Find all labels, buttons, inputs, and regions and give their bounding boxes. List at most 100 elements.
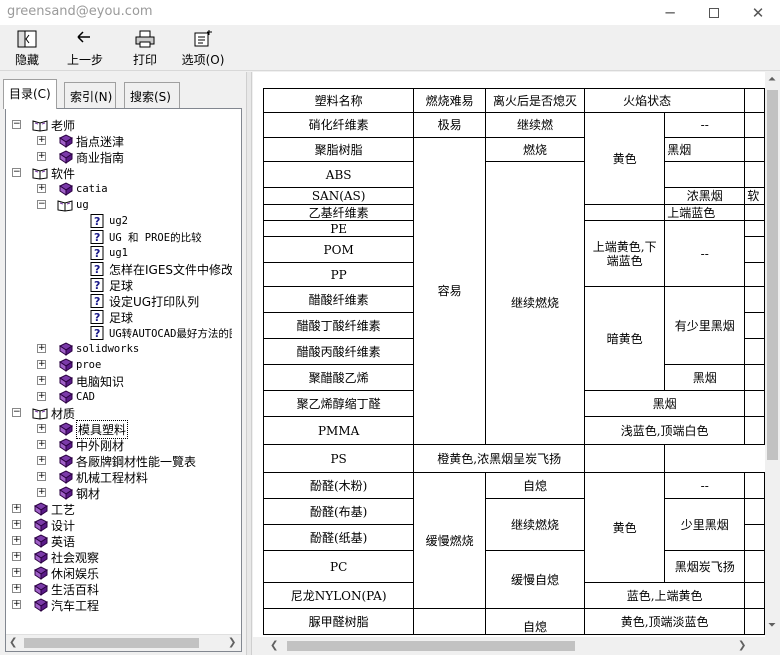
collapse-icon[interactable]: − [12, 408, 21, 417]
book-closed-icon [57, 422, 73, 436]
tree-item-label: CAD [76, 391, 95, 403]
tree-item-label: ug1 [109, 247, 128, 259]
expand-icon[interactable]: + [37, 472, 46, 481]
tree-item[interactable]: − 老师 [12, 117, 75, 133]
tree-item[interactable]: + proe [37, 357, 101, 373]
tree-item[interactable]: + 设计 [12, 517, 75, 533]
scroll-left-icon[interactable]: ❮ [270, 640, 278, 651]
tree-item[interactable]: + 工艺 [12, 501, 75, 517]
table-cell: 尼龙NYLON(PA) [262, 582, 415, 609]
tree-item[interactable]: ? 足球 [90, 277, 133, 293]
expand-icon[interactable]: + [12, 504, 21, 513]
tree-item[interactable]: ? ug2 [90, 213, 128, 229]
tree-item[interactable]: + 社会观察 [12, 549, 99, 565]
tree-item[interactable]: + 生活百科 [12, 581, 99, 597]
expand-icon[interactable]: + [12, 600, 21, 609]
tree-item[interactable]: + 休闲娱乐 [12, 565, 99, 581]
scroll-left-icon[interactable]: ❮ [9, 637, 17, 648]
scroll-down-icon[interactable]: ⏷ [768, 620, 776, 631]
print-button[interactable]: 打印 [130, 29, 160, 68]
scroll-right-icon[interactable]: ❯ [228, 637, 236, 648]
book-closed-icon [57, 486, 73, 500]
tree-item-label: 设定UG打印队列 [109, 294, 200, 309]
expand-icon[interactable]: + [37, 440, 46, 449]
book-open-icon [57, 198, 73, 212]
tree-item[interactable]: + 电脑知识 [37, 373, 125, 389]
tree-item[interactable]: + 商业指南 [37, 149, 124, 165]
tree-item[interactable]: + catia [37, 181, 108, 197]
collapse-icon[interactable]: − [12, 168, 21, 177]
hide-button[interactable]: 隐藏 [12, 29, 42, 68]
expand-icon[interactable]: + [37, 376, 46, 385]
content-hscroll-thumb[interactable] [287, 641, 575, 651]
tree-item[interactable]: + 指点迷津 [37, 133, 124, 149]
tree-item[interactable]: ? 怎样在IGES文件中修改公英制 [90, 261, 232, 277]
book-closed-icon [32, 518, 48, 532]
expand-icon[interactable]: + [12, 520, 21, 529]
expand-icon[interactable]: + [37, 488, 46, 497]
minimize-button[interactable]: ─ [648, 0, 692, 25]
table-cell: 浓黑烟 [664, 187, 746, 205]
close-button[interactable]: ✕ [736, 0, 780, 25]
expand-icon[interactable]: + [37, 136, 46, 145]
scroll-right-icon[interactable]: ❯ [738, 640, 746, 651]
table-cell: PC [262, 550, 415, 583]
tree-item[interactable]: ? 设定UG打印队列 [90, 293, 199, 309]
tree-item[interactable]: ? UG 和 PROE的比较 [90, 229, 202, 245]
expand-icon[interactable]: + [37, 344, 46, 353]
expand-icon[interactable]: + [12, 568, 21, 577]
tree-item[interactable]: + 各厰牌鋼材性能一覽表 [37, 453, 196, 469]
expand-icon[interactable]: + [37, 456, 46, 465]
table-cell: 黑烟炭飞扬 [664, 550, 746, 583]
tree-item[interactable]: − 软件 [12, 165, 75, 181]
collapse-icon[interactable]: − [12, 120, 21, 129]
table-cell: 乙基纤维素 [262, 204, 415, 221]
pane-splitter[interactable] [246, 72, 252, 655]
tree-scroll-thumb[interactable] [24, 638, 199, 648]
content-vscroll-thumb[interactable] [767, 90, 778, 460]
tree-item[interactable]: ? UG转AUTOCAD最好方法的图例 [90, 325, 232, 341]
maximize-button[interactable] [692, 0, 736, 25]
scroll-up-icon[interactable]: ⏶ [768, 74, 776, 85]
tree-item[interactable]: + 模具塑料 [37, 419, 129, 439]
tab-search[interactable]: 搜索(S) [124, 82, 180, 108]
tab-index[interactable]: 索引(N) [64, 82, 116, 108]
tree-item-label: 电脑知识 [76, 374, 125, 389]
table-cell: 燃烧 [484, 137, 586, 162]
tree-item[interactable]: + 英语 [12, 533, 75, 549]
tree-item[interactable]: + solidworks [37, 341, 139, 357]
tree-item[interactable]: ? 足球 [90, 309, 133, 325]
tree-item[interactable]: + 汽车工程 [12, 597, 99, 613]
book-closed-icon [57, 150, 73, 164]
expand-icon[interactable]: + [12, 552, 21, 561]
tab-contents[interactable]: 目录(C) [3, 79, 57, 109]
minimize-icon: ─ [665, 3, 675, 22]
table-cell: 缓慢自熄 [484, 550, 586, 609]
tree-item[interactable]: + 钢材 [37, 485, 100, 501]
options-button[interactable]: 选项(O) [180, 29, 226, 68]
tree-item[interactable]: − 材质 [12, 405, 75, 421]
table-cell: ABS [262, 161, 415, 188]
expand-icon[interactable]: + [37, 152, 46, 161]
collapse-icon[interactable]: − [37, 200, 46, 209]
tree-item[interactable]: − ug [37, 197, 89, 213]
expand-icon[interactable]: + [37, 392, 46, 401]
expand-icon[interactable]: + [12, 584, 21, 593]
header-extinguish: 离火后是否熄灭 [484, 88, 586, 113]
back-button[interactable]: 上一步 [64, 29, 106, 68]
expand-icon[interactable]: + [37, 360, 46, 369]
table-cell: 上端黄色,下端蓝色 [584, 220, 666, 287]
expand-icon[interactable]: + [37, 184, 46, 193]
content-vertical-scrollbar[interactable]: ⏶ ⏷ [765, 72, 780, 637]
table-cell: -- [664, 112, 746, 138]
tree-item[interactable]: + 机械工程材料 [37, 469, 148, 485]
tree-horizontal-scrollbar[interactable]: ❮ ❯ [6, 634, 241, 651]
tree-item[interactable]: + 中外刚材 [37, 437, 124, 453]
tree-item[interactable]: + CAD [37, 389, 95, 405]
expand-icon[interactable]: + [12, 536, 21, 545]
tree-item[interactable]: ? ug1 [90, 245, 128, 261]
book-open-icon [32, 118, 48, 132]
content-horizontal-scrollbar[interactable]: ❮ ❯ [253, 637, 765, 655]
expand-icon[interactable]: + [37, 424, 46, 433]
book-closed-icon [32, 566, 48, 580]
